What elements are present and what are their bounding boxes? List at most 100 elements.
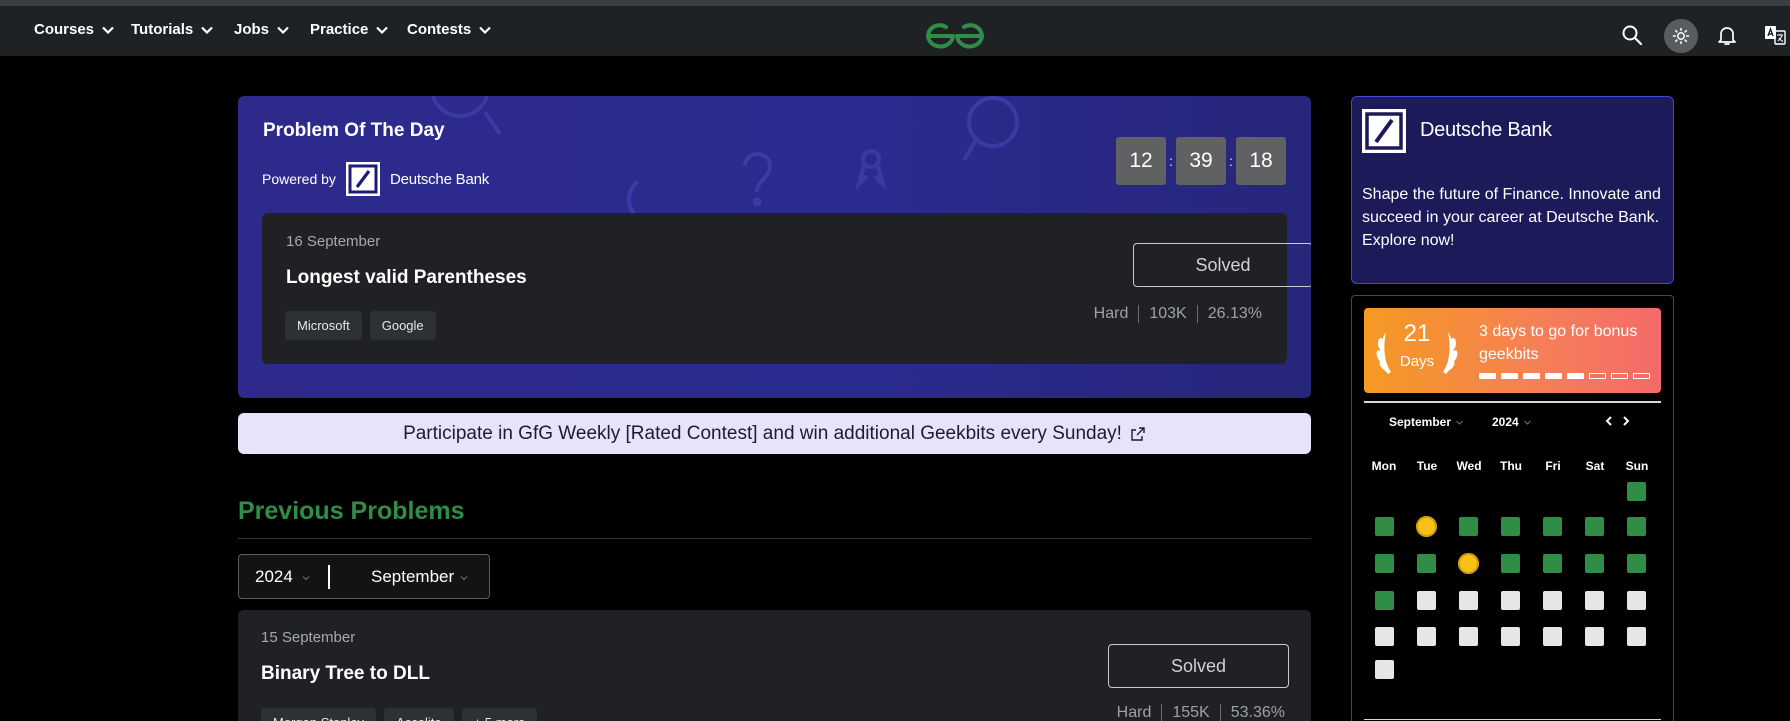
previous-problem-card[interactable]: 15 September Binary Tree to DLL Morgan S… bbox=[238, 610, 1311, 721]
calendar-day-marker[interactable] bbox=[1374, 660, 1394, 679]
solved-button[interactable]: Solved bbox=[1133, 243, 1311, 287]
sponsor-name: Deutsche Bank bbox=[389, 170, 490, 188]
weekday-label: Tue bbox=[1416, 459, 1438, 473]
nav-contests[interactable]: Contests bbox=[407, 21, 492, 38]
streak-progress-segment bbox=[1545, 373, 1562, 379]
streak-card: 21 Days 3 days to go for bonus geekbits bbox=[1364, 308, 1661, 393]
nav-courses[interactable]: Courses bbox=[34, 21, 115, 38]
company-tag[interactable]: Morgan Stanley bbox=[261, 708, 377, 721]
deutsche-bank-ad[interactable]: Deutsche Bank Shape the future of Financ… bbox=[1351, 96, 1674, 284]
chevron-left-icon[interactable] bbox=[1603, 414, 1615, 428]
calendar-day-marker[interactable] bbox=[1542, 627, 1562, 646]
year-select[interactable]: 2024 bbox=[255, 567, 293, 587]
calendar-month-select[interactable]: September bbox=[1389, 415, 1464, 429]
more-tags-button[interactable]: + 5 more bbox=[461, 708, 538, 721]
company-tag[interactable]: Google bbox=[369, 311, 436, 340]
calendar-day-marker[interactable] bbox=[1374, 554, 1394, 573]
calendar-day-marker[interactable] bbox=[1500, 627, 1520, 646]
calendar-day-marker[interactable] bbox=[1584, 517, 1604, 536]
streak-progress-segment bbox=[1633, 373, 1650, 379]
streak-days-label: Days bbox=[1399, 353, 1435, 370]
company-tag[interactable]: Microsoft bbox=[285, 311, 362, 340]
calendar-day-marker[interactable] bbox=[1374, 627, 1394, 646]
nav-practice[interactable]: Practice bbox=[310, 21, 389, 38]
weekday-label: Fri bbox=[1545, 459, 1561, 473]
calendar-day-marker[interactable] bbox=[1458, 627, 1478, 646]
accuracy: 53.36% bbox=[1219, 704, 1285, 721]
streak-message: 3 days to go for bonus geekbits bbox=[1479, 323, 1638, 363]
chevron-down-icon bbox=[1456, 420, 1463, 425]
calendar-day-marker[interactable] bbox=[1626, 517, 1646, 536]
chevron-down-icon bbox=[302, 576, 310, 581]
calendar-day-marker[interactable] bbox=[1374, 517, 1394, 536]
calendar-day-marker[interactable] bbox=[1626, 482, 1646, 501]
geekbit-coin-icon[interactable] bbox=[1415, 516, 1437, 537]
calendar-day-marker[interactable] bbox=[1626, 554, 1646, 573]
chevron-right-icon[interactable] bbox=[1620, 414, 1632, 428]
streak-progress-segment bbox=[1567, 373, 1584, 379]
calendar-day-marker[interactable] bbox=[1626, 627, 1646, 646]
calendar-day-marker[interactable] bbox=[1374, 591, 1394, 610]
navbar: Courses Tutorials Jobs Practice Contests bbox=[0, 6, 1790, 56]
calendar-day-marker[interactable] bbox=[1584, 554, 1604, 573]
calendar-day-marker[interactable] bbox=[1416, 627, 1436, 646]
month-select[interactable]: September bbox=[371, 567, 454, 587]
calendar-day-marker[interactable] bbox=[1500, 554, 1520, 573]
external-link-icon bbox=[1131, 426, 1145, 441]
problem-date: 16 September bbox=[286, 233, 381, 250]
timer-separator: : bbox=[1229, 153, 1233, 169]
nav-tutorials[interactable]: Tutorials bbox=[131, 21, 214, 38]
divider bbox=[238, 538, 1311, 539]
weekday-label: Thu bbox=[1500, 459, 1522, 473]
nav-tutorials-label: Tutorials bbox=[131, 21, 194, 38]
weekday-label: Mon bbox=[1371, 459, 1397, 473]
ad-brand: Deutsche Bank bbox=[1420, 119, 1552, 141]
divider bbox=[1364, 719, 1661, 720]
company-tags: Microsoft Google bbox=[285, 311, 436, 340]
calendar-day-marker[interactable] bbox=[1542, 517, 1562, 536]
nav-jobs[interactable]: Jobs bbox=[234, 21, 290, 38]
solved-button[interactable]: Solved bbox=[1108, 644, 1289, 688]
bell-icon[interactable] bbox=[1715, 23, 1739, 47]
weekly-contest-banner[interactable]: Participate in GfG Weekly [Rated Contest… bbox=[238, 413, 1311, 454]
geekbit-coin-icon[interactable] bbox=[1457, 553, 1479, 574]
calendar-day-marker[interactable] bbox=[1458, 517, 1478, 536]
difficulty: Hard bbox=[1093, 305, 1129, 322]
calendar-day-marker[interactable] bbox=[1500, 517, 1520, 536]
calendar-day-marker[interactable] bbox=[1416, 554, 1436, 573]
search-icon[interactable] bbox=[1620, 23, 1644, 47]
contest-banner-text: Participate in GfG Weekly [Rated Contest… bbox=[403, 422, 1122, 444]
calendar-day-marker[interactable] bbox=[1542, 591, 1562, 610]
calendar-day-marker[interactable] bbox=[1626, 591, 1646, 610]
deutsche-bank-logo-icon bbox=[1362, 109, 1406, 153]
calendar-day-marker[interactable] bbox=[1458, 591, 1478, 610]
chevron-down-icon bbox=[479, 26, 491, 34]
chevron-down-icon bbox=[1523, 420, 1531, 425]
weekday-label: Wed bbox=[1456, 459, 1482, 473]
streak-progress-segment bbox=[1589, 373, 1606, 379]
chevron-down-icon bbox=[376, 26, 389, 34]
problem-title[interactable]: Binary Tree to DLL bbox=[261, 663, 430, 685]
theme-toggle-button[interactable] bbox=[1664, 19, 1698, 53]
potd-problem-card[interactable]: 16 September Longest valid Parentheses M… bbox=[262, 213, 1311, 364]
problem-title[interactable]: Longest valid Parentheses bbox=[286, 267, 527, 289]
previous-problems-heading: Previous Problems bbox=[238, 497, 465, 525]
gfg-logo[interactable] bbox=[924, 20, 986, 50]
sun-icon bbox=[1672, 27, 1690, 45]
calendar-day-marker[interactable] bbox=[1416, 591, 1436, 610]
calendar-day-marker[interactable] bbox=[1542, 554, 1562, 573]
calendar-month: September bbox=[1389, 415, 1452, 429]
ad-text: Shape the future of Finance. Innovate an… bbox=[1362, 186, 1661, 249]
calendar-year-select[interactable]: 2024 bbox=[1492, 415, 1532, 429]
company-tag[interactable]: Accolite bbox=[384, 708, 454, 721]
timer-seconds: 18 bbox=[1236, 137, 1286, 185]
filter-separator bbox=[328, 565, 330, 589]
calendar-day-marker[interactable] bbox=[1584, 591, 1604, 610]
calendar-day-marker[interactable] bbox=[1500, 591, 1520, 610]
nav-courses-label: Courses bbox=[34, 21, 95, 38]
translate-icon[interactable] bbox=[1763, 23, 1787, 47]
streak-progress bbox=[1479, 373, 1650, 379]
streak-count: 21 bbox=[1403, 320, 1431, 347]
calendar-day-marker[interactable] bbox=[1584, 627, 1604, 646]
streak-calendar: 21 Days 3 days to go for bonus geekbits … bbox=[1351, 295, 1674, 721]
